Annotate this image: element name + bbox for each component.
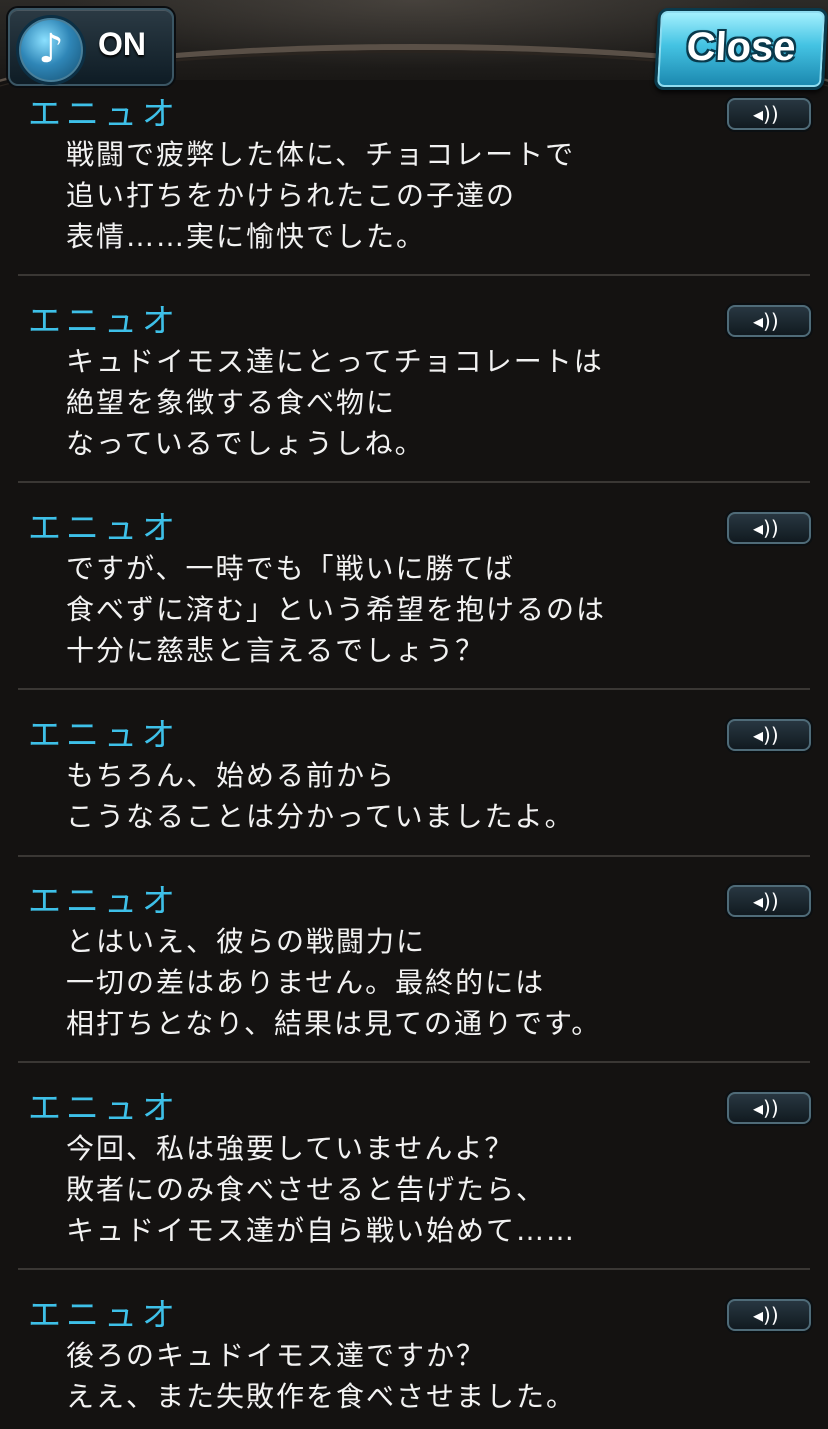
dialogue-line: キュドイモス達にとってチョコレートは (66, 345, 604, 378)
close-button[interactable]: Close (653, 8, 828, 90)
speaker-name: エニュオ (28, 881, 180, 920)
voice-play-button[interactable]: ◂)) (727, 1092, 811, 1124)
speaker-volume-icon: ◂)) (753, 889, 779, 913)
speaker-name: エニュオ (28, 508, 180, 547)
dialogue-line: 今回、私は強要していませんよ？ (66, 1132, 515, 1165)
dialogue-line: ええ、また失敗作を食べさせました。 (66, 1380, 577, 1413)
voice-play-button[interactable]: ◂)) (727, 305, 811, 337)
dialogue-line: キュドイモス達が自ら戦い始めて…… (66, 1214, 577, 1247)
voice-play-button[interactable]: ◂)) (727, 885, 811, 917)
speaker-volume-icon: ◂)) (753, 723, 779, 747)
speaker-volume-icon: ◂)) (753, 516, 779, 540)
speaker-name: エニュオ (28, 1295, 180, 1334)
dialogue-line: 相打ちとなり、結果は見ての通りです。 (66, 1007, 602, 1040)
close-label: Close (685, 25, 797, 69)
speaker-name: エニュオ (28, 1088, 180, 1127)
entry-divider (18, 1268, 810, 1270)
bgm-toggle-button[interactable]: ♪ ON (8, 8, 174, 86)
dialogue-line: もちろん、始める前から (66, 759, 397, 792)
dialogue-line: なっているでしょうしね。 (66, 427, 425, 460)
dialogue-line: 表情……実に愉快でした。 (66, 220, 427, 253)
entry-divider (18, 274, 810, 276)
music-note-icon: ♪ (16, 15, 86, 85)
dialogue-line: 絶望を象徴する食べ物に (66, 386, 397, 419)
dialogue-log[interactable]: エニュオ ◂)) 戦闘で疲弊した体に、チョコレートで 追い打ちをかけられたこの子… (0, 0, 828, 1429)
dialogue-line: 後ろのキュドイモス達ですか？ (66, 1339, 487, 1372)
dialogue-line: 食べずに済む」という希望を抱けるのは (66, 593, 607, 626)
entry-divider (18, 855, 810, 857)
voice-play-button[interactable]: ◂)) (727, 1299, 811, 1331)
dialogue-line: 敗者にのみ食べさせると告げたら、 (66, 1173, 547, 1206)
bgm-state-label: ON (98, 26, 146, 62)
dialogue-line: とはいえ、彼らの戦闘力に (66, 925, 427, 958)
speaker-volume-icon: ◂)) (753, 1096, 779, 1120)
entry-divider (18, 1061, 810, 1063)
voice-play-button[interactable]: ◂)) (727, 512, 811, 544)
speaker-name: エニュオ (28, 715, 180, 754)
speaker-name: エニュオ (28, 301, 180, 340)
speaker-volume-icon: ◂)) (753, 1303, 779, 1327)
dialogue-line: ですが、一時でも「戦いに勝てば (66, 552, 515, 585)
dialogue-line: 一切の差はありません。最終的には (66, 966, 546, 999)
dialogue-line: こうなることは分かっていましたよ。 (66, 800, 575, 833)
speaker-volume-icon: ◂)) (753, 309, 779, 333)
voice-play-button[interactable]: ◂)) (727, 719, 811, 751)
dialogue-line: 十分に慈悲と言えるでしょう？ (66, 634, 486, 667)
entry-divider (18, 688, 810, 690)
entry-divider (18, 481, 810, 483)
